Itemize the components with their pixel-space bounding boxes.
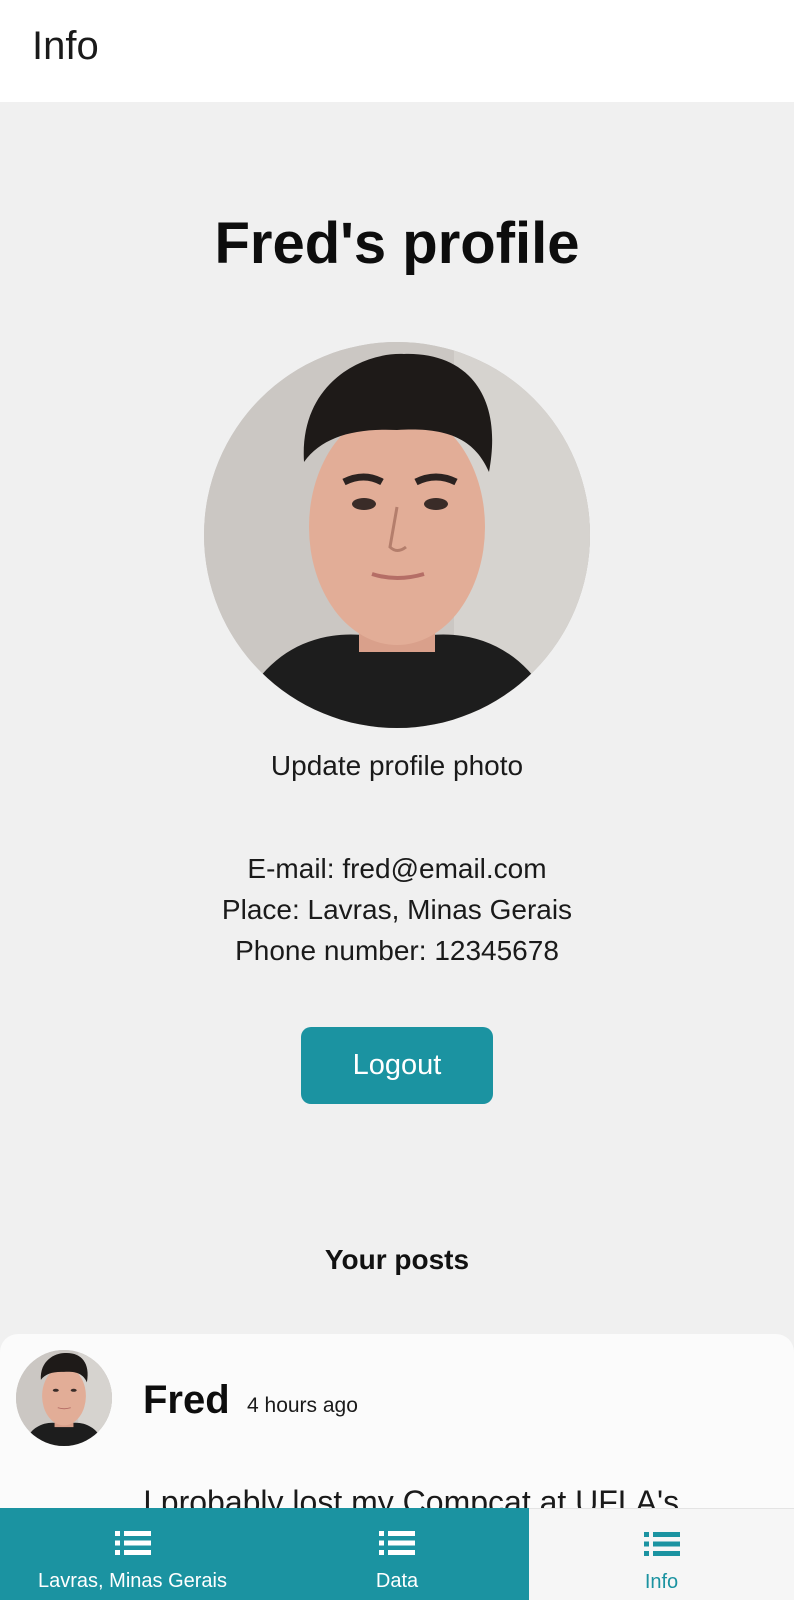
- nav-item-data[interactable]: Data: [265, 1508, 529, 1600]
- post-author: Fred: [143, 1378, 230, 1422]
- nav-item-info[interactable]: Info: [529, 1508, 794, 1600]
- profile-info: E-mail: fred@email.com Place: Lavras, Mi…: [0, 848, 794, 971]
- app-bar: Info: [0, 0, 794, 102]
- page-title: Info: [32, 24, 99, 68]
- list-icon: [643, 1532, 680, 1556]
- nav-item-lavras[interactable]: Lavras, Minas Gerais: [0, 1508, 265, 1600]
- nav-label-lavras: Lavras, Minas Gerais: [38, 1570, 227, 1592]
- place-line: Place: Lavras, Minas Gerais: [221, 894, 573, 925]
- update-profile-photo-link[interactable]: Update profile photo: [0, 750, 794, 782]
- bottom-navigation: Lavras, Minas Gerais Data Info: [0, 1508, 794, 1600]
- logout-button[interactable]: Logout: [301, 1027, 493, 1104]
- profile-title: Fred's profile: [214, 211, 580, 276]
- avatar-photo-icon: [16, 1350, 112, 1446]
- post-timestamp: 4 hours ago: [247, 1394, 358, 1417]
- post-author-avatar: [16, 1350, 112, 1446]
- profile-avatar[interactable]: [204, 342, 590, 728]
- profile-photo-icon: [204, 342, 590, 728]
- email-line: E-mail: fred@email.com: [247, 853, 547, 884]
- nav-label-info: Info: [644, 1571, 679, 1593]
- posts-heading: Your posts: [324, 1244, 470, 1275]
- list-icon: [379, 1531, 415, 1555]
- nav-label-data: Data: [375, 1570, 419, 1592]
- app-root: Info Fred's profile Update profile photo…: [0, 0, 794, 1600]
- phone-line: Phone number: 12345678: [235, 935, 559, 966]
- list-icon: [114, 1531, 151, 1555]
